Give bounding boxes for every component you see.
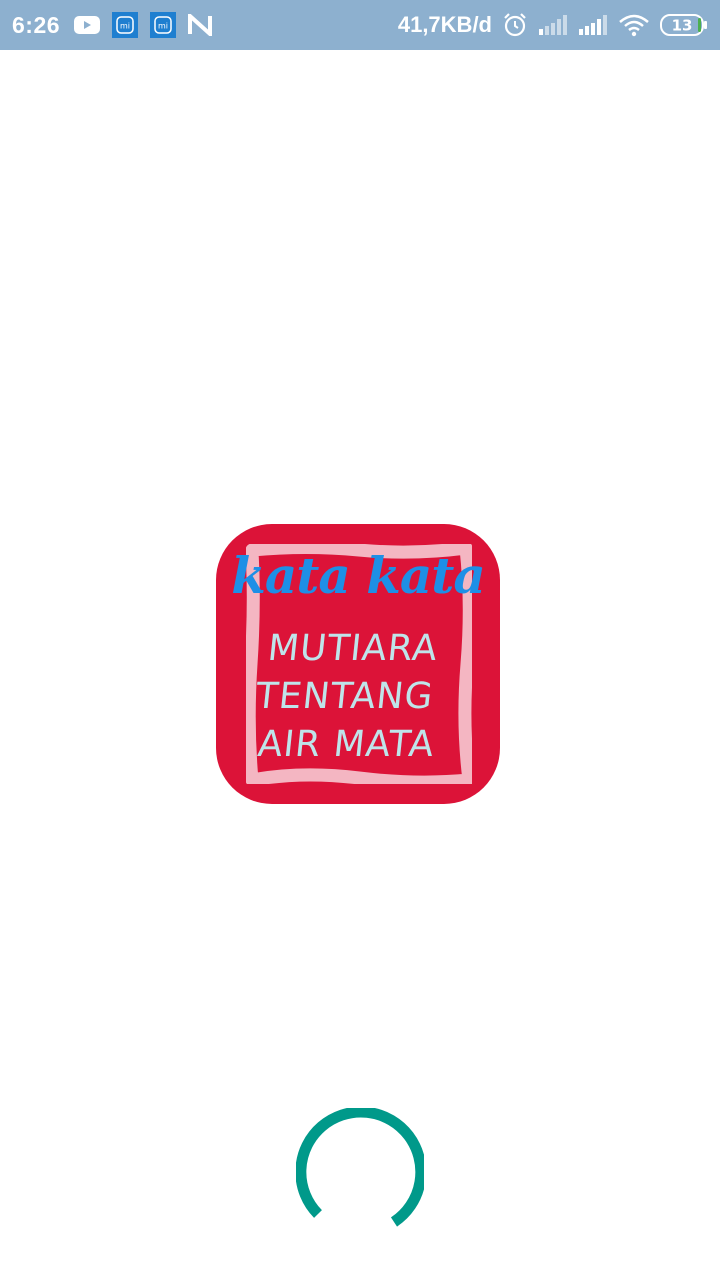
logo-line-tentang: TENTANG bbox=[253, 676, 436, 717]
signal-icon bbox=[578, 14, 608, 36]
logo-line-kata-kata: kata kata bbox=[231, 546, 485, 605]
status-bar: 6:26 mi mi 41,7KB/d 13 bbox=[0, 0, 720, 50]
status-bar-left: 6:26 mi mi bbox=[12, 0, 213, 50]
mi-app-icon: mi bbox=[150, 12, 177, 38]
status-bar-right: 41,7KB/d 13 bbox=[398, 0, 708, 50]
network-speed: 41,7KB/d bbox=[397, 12, 492, 37]
n-app-icon bbox=[188, 14, 213, 36]
splash-screen: kata kata MUTIARA TENTANG AIR MATA bbox=[0, 50, 720, 1280]
battery-level: 13 bbox=[672, 17, 693, 35]
svg-text:mi: mi bbox=[158, 22, 168, 31]
status-time: 6:26 bbox=[12, 11, 61, 38]
battery-icon: 13 bbox=[660, 13, 708, 37]
signal-icon bbox=[538, 14, 568, 36]
wifi-icon bbox=[618, 13, 650, 37]
youtube-icon bbox=[74, 15, 101, 35]
logo-line-air-mata: AIR MATA bbox=[255, 724, 437, 765]
app-logo: kata kata MUTIARA TENTANG AIR MATA bbox=[216, 524, 500, 804]
alarm-icon bbox=[502, 12, 528, 38]
loading-spinner bbox=[296, 1108, 424, 1227]
logo-line-mutiara: MUTIARA bbox=[265, 628, 440, 669]
mi-app-icon: mi bbox=[112, 12, 139, 38]
svg-text:mi: mi bbox=[120, 22, 130, 31]
